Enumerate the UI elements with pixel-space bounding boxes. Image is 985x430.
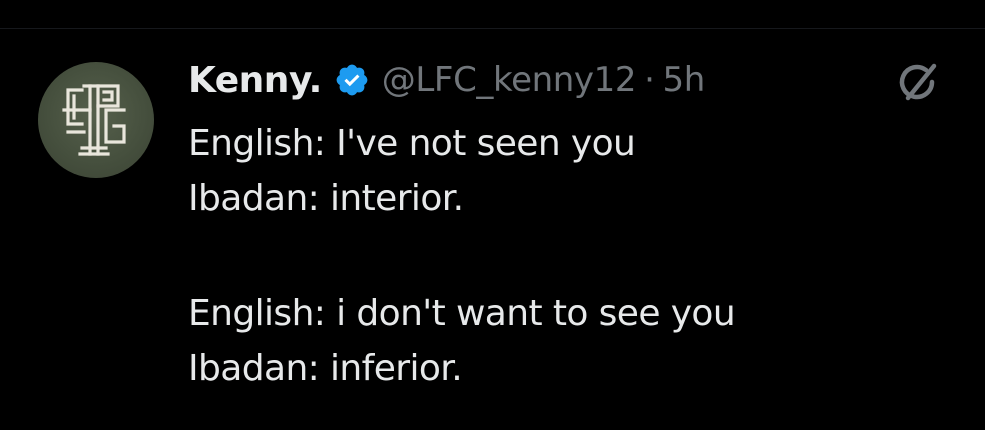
- tweet-header: Kenny. @LFC_kenny12 · 5h: [188, 52, 705, 108]
- author-display-name[interactable]: Kenny.: [188, 60, 322, 101]
- avatar[interactable]: [38, 62, 154, 178]
- tweet-line-3: English: i don't want to see you: [188, 293, 736, 334]
- monogram-logo-icon: [62, 84, 126, 156]
- tweet-text: English: I've not seen you Ibadan: inter…: [188, 116, 948, 396]
- tweet-line-1: English: I've not seen you: [188, 123, 636, 164]
- top-divider: [0, 28, 985, 29]
- separator-dot: ·: [644, 60, 655, 100]
- author-handle[interactable]: @LFC_kenny12: [382, 60, 637, 100]
- tweet-line-2: Ibadan: interior.: [188, 178, 464, 219]
- tweet-timestamp[interactable]: 5h: [663, 60, 706, 100]
- tweet-line-4: Ibadan: inferior.: [188, 348, 463, 389]
- grok-icon[interactable]: [896, 60, 942, 106]
- verified-badge-icon: [336, 64, 368, 96]
